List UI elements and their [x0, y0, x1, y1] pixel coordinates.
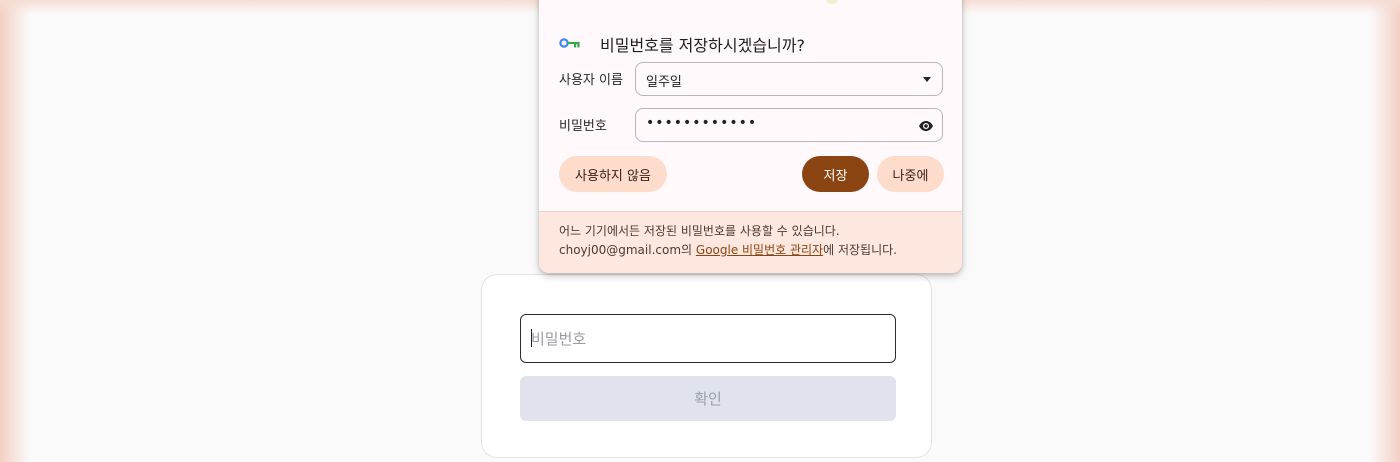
later-button[interactable]: 나중에 — [877, 156, 944, 192]
popup-top-decoration — [825, 0, 839, 4]
save-password-popup: 비밀번호를 저장하시겠습니까? 사용자 이름 일주일 비밀번호 ••••••••… — [539, 0, 962, 273]
page-edge-right — [1370, 0, 1400, 462]
footer-account-email: choyj00@gmail.com의 — [559, 243, 696, 257]
password-manager-link[interactable]: Google 비밀번호 관리자 — [696, 243, 823, 257]
page-edge-left — [0, 0, 30, 462]
popup-title: 비밀번호를 저장하시겠습니까? — [600, 36, 805, 55]
confirm-button[interactable]: 확인 — [520, 376, 896, 421]
password-label: 비밀번호 — [559, 119, 607, 134]
key-icon — [559, 38, 580, 48]
username-select[interactable]: 일주일 — [635, 62, 943, 96]
never-button[interactable]: 사용하지 않음 — [559, 156, 667, 192]
password-masked-value: •••••••••••• — [646, 115, 758, 131]
password-field[interactable]: •••••••••••• — [635, 108, 943, 142]
eye-icon[interactable] — [918, 118, 934, 134]
username-label: 사용자 이름 — [559, 73, 623, 88]
text-caret — [531, 329, 532, 347]
chevron-down-icon[interactable] — [923, 77, 931, 82]
username-value: 일주일 — [646, 75, 682, 90]
footer-account-text: choyj00@gmail.com의 Google 비밀번호 관리자에 저장됩니… — [559, 241, 897, 258]
login-card: 확인 — [481, 274, 932, 458]
password-input[interactable] — [520, 314, 896, 363]
save-button[interactable]: 저장 — [802, 156, 869, 192]
footer-info-text: 어느 기기에서든 저장된 비밀번호를 사용할 수 있습니다. — [559, 224, 840, 238]
footer-account-suffix: 에 저장됩니다. — [823, 243, 897, 257]
popup-footer: 어느 기기에서든 저장된 비밀번호를 사용할 수 있습니다. choyj00@g… — [539, 211, 962, 273]
